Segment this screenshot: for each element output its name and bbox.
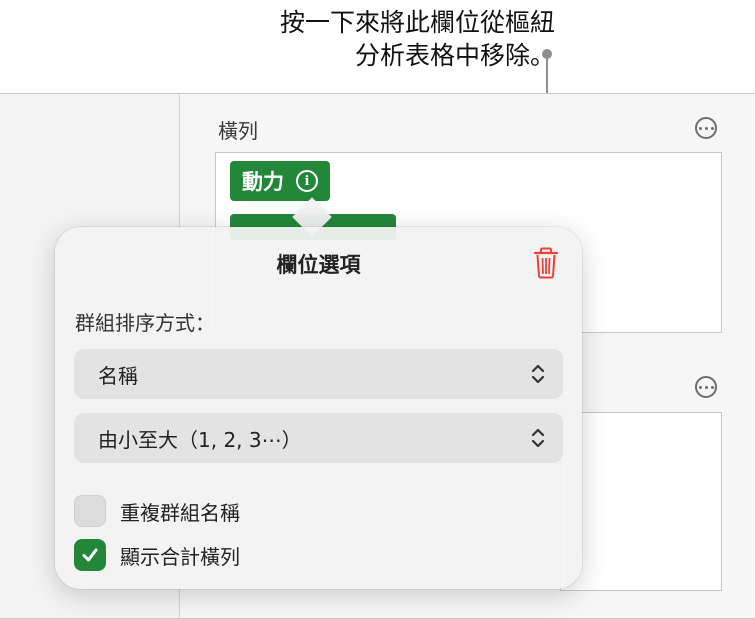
show-totals-row[interactable]: 顯示合計橫列 <box>74 539 240 571</box>
callout-annotation: 按一下來將此欄位從樞紐 分析表格中移除。 <box>220 6 555 72</box>
sort-by-select[interactable]: 名稱 <box>74 349 563 399</box>
field-pill-power[interactable]: 動力 i <box>230 161 330 201</box>
show-totals-label: 顯示合計橫列 <box>120 544 240 569</box>
info-icon[interactable]: i <box>296 170 318 192</box>
sort-by-value: 名稱 <box>98 363 138 388</box>
rows-more-options-icon[interactable] <box>695 117 717 139</box>
checkmark-icon <box>82 548 98 562</box>
trash-icon[interactable] <box>533 247 559 279</box>
popover-title: 欄位選項 <box>276 253 361 277</box>
sort-order-select[interactable]: 由小至大（1, 2, 3⋯） <box>74 413 563 463</box>
values-more-options-icon[interactable] <box>695 376 717 398</box>
sort-groups-label: 群組排序方式： <box>75 311 215 335</box>
repeat-group-names-checkbox[interactable] <box>74 495 106 527</box>
chevron-up-down-icon <box>531 428 545 448</box>
callout-line-1: 按一下來將此欄位從樞紐 <box>279 8 555 37</box>
repeat-group-names-row[interactable]: 重複群組名稱 <box>74 495 240 527</box>
repeat-group-names-label: 重複群組名稱 <box>120 500 240 525</box>
rows-section-label: 橫列 <box>218 119 258 143</box>
field-options-popover: 欄位選項 群組排序方式： 名稱 由小至大（1, 2, 3⋯） 重複群組名稱 顯示… <box>55 227 582 589</box>
values-drop-zone[interactable] <box>560 412 722 591</box>
show-totals-checkbox[interactable] <box>74 539 106 571</box>
field-pill-label: 動力 <box>242 170 284 194</box>
chevron-up-down-icon <box>531 364 545 384</box>
callout-line-2: 分析表格中移除。 <box>354 41 555 70</box>
sort-order-value: 由小至大（1, 2, 3⋯） <box>98 427 302 452</box>
